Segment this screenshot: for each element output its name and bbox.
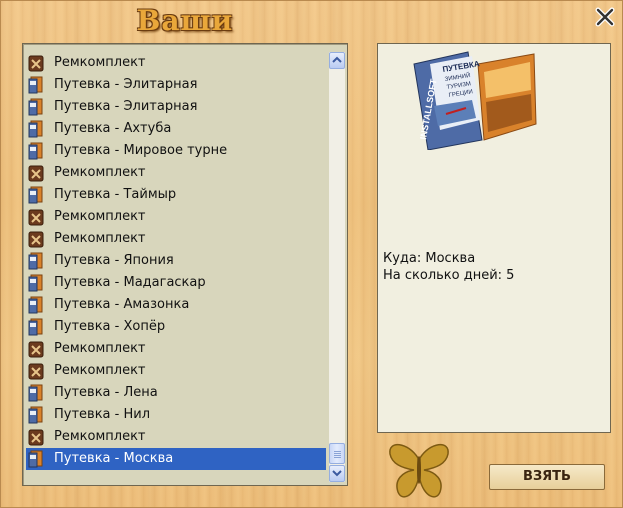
list-scrollbar[interactable] <box>329 52 345 482</box>
close-icon[interactable] <box>594 6 616 28</box>
window-title: Ваши вещи <box>136 4 234 73</box>
list-item-label: Путевка - Таймыр <box>54 187 177 202</box>
list-item[interactable]: Путевка - Таймыр <box>26 184 326 206</box>
voucher-icon <box>28 406 43 424</box>
voucher-icon <box>28 274 43 292</box>
voucher-icon <box>28 318 43 336</box>
list-item-label: Путевка - Москва <box>54 451 174 466</box>
list-item[interactable]: Путевка - Амазонка <box>26 294 326 316</box>
list-item-label: Ремкомплект <box>54 231 146 246</box>
list-item-label: Ремкомплект <box>54 429 146 444</box>
list-item[interactable]: Ремкомплект <box>26 52 326 74</box>
list-item-label: Путевка - Элитарная <box>54 77 198 92</box>
list-item[interactable]: Ремкомплект <box>26 162 326 184</box>
list-item-label: Ремкомплект <box>54 363 146 378</box>
list-item-label: Ремкомплект <box>54 165 146 180</box>
butterfly-icon <box>389 444 449 498</box>
list-item-label: Путевка - Япония <box>54 253 174 268</box>
list-item[interactable]: Путевка - Мадагаскар <box>26 272 326 294</box>
list-item-label: Путевка - Хопёр <box>54 319 166 334</box>
list-item-label: Путевка - Нил <box>54 407 151 422</box>
list-item[interactable]: Путевка - Лена <box>26 382 326 404</box>
list-item[interactable]: Ремкомплект <box>26 426 326 448</box>
repair-kit-icon <box>28 209 44 226</box>
destination-text: Куда: Москва <box>383 251 476 266</box>
list-item-label: Ремкомплект <box>54 209 146 224</box>
items-list[interactable]: Ремкомплект Путевка - Элитарная Путевка - … <box>26 52 326 480</box>
repair-kit-icon <box>28 55 44 72</box>
list-item[interactable]: Путевка - Москва <box>26 448 326 470</box>
list-item[interactable]: Ремкомплект <box>26 206 326 228</box>
repair-kit-icon <box>28 165 44 182</box>
repair-kit-icon <box>28 429 44 446</box>
list-item-label: Путевка - Ахтуба <box>54 121 172 136</box>
list-item-label: Путевка - Элитарная <box>54 99 198 114</box>
arrow-down-icon <box>332 470 342 477</box>
list-item[interactable]: Путевка - Мировое турне <box>26 140 326 162</box>
list-item[interactable]: Путевка - Нил <box>26 404 326 426</box>
voucher-icon <box>28 98 43 116</box>
voucher-icon <box>28 186 43 204</box>
voucher-icon <box>28 384 43 402</box>
repair-kit-icon <box>28 231 44 248</box>
scroll-up-button[interactable] <box>329 52 345 69</box>
list-item-label: Путевка - Лена <box>54 385 158 400</box>
list-item-label: Ремкомплект <box>54 55 146 70</box>
list-item[interactable]: Путевка - Япония <box>26 250 326 272</box>
list-item-label: Путевка - Мировое турне <box>54 143 228 158</box>
list-item[interactable]: Путевка - Элитарная <box>26 74 326 96</box>
list-item-label: Путевка - Амазонка <box>54 297 190 312</box>
arrow-up-icon <box>332 56 342 63</box>
items-list-panel: Ремкомплект Путевка - Элитарная Путевка - … <box>22 43 348 486</box>
voucher-icon <box>28 450 43 468</box>
item-info: Куда: Москва На сколько дней: 5 <box>383 250 514 284</box>
list-item-label: Путевка - Мадагаскар <box>54 275 206 290</box>
take-button[interactable]: ВЗЯТЬ <box>489 464 605 490</box>
voucher-icon <box>28 120 43 138</box>
voucher-icon <box>28 76 43 94</box>
list-item[interactable]: Путевка - Ахтуба <box>26 118 326 140</box>
repair-kit-icon <box>28 341 44 358</box>
list-item[interactable]: Ремкомплект <box>26 338 326 360</box>
voucher-icon <box>28 296 43 314</box>
voucher-icon <box>28 142 43 160</box>
repair-kit-icon <box>28 363 44 380</box>
travel-booklet-image: INSTALLSOFT ПУТЕВКА ЗИМНИЙ ТУРИЗМ ГРЕЦИИ <box>413 51 537 150</box>
duration-text: На сколько дней: 5 <box>383 268 515 283</box>
item-detail-panel: INSTALLSOFT ПУТЕВКА ЗИМНИЙ ТУРИЗМ ГРЕЦИИ… <box>377 43 611 433</box>
list-item[interactable]: Путевка - Хопёр <box>26 316 326 338</box>
list-item[interactable]: Ремкомплект <box>26 360 326 382</box>
voucher-icon <box>28 252 43 270</box>
list-item[interactable]: Ремкомплект <box>26 228 326 250</box>
list-item-label: Ремкомплект <box>54 341 146 356</box>
scroll-thumb[interactable] <box>329 443 345 464</box>
scroll-down-button[interactable] <box>329 465 345 482</box>
list-item[interactable]: Путевка - Элитарная <box>26 96 326 118</box>
